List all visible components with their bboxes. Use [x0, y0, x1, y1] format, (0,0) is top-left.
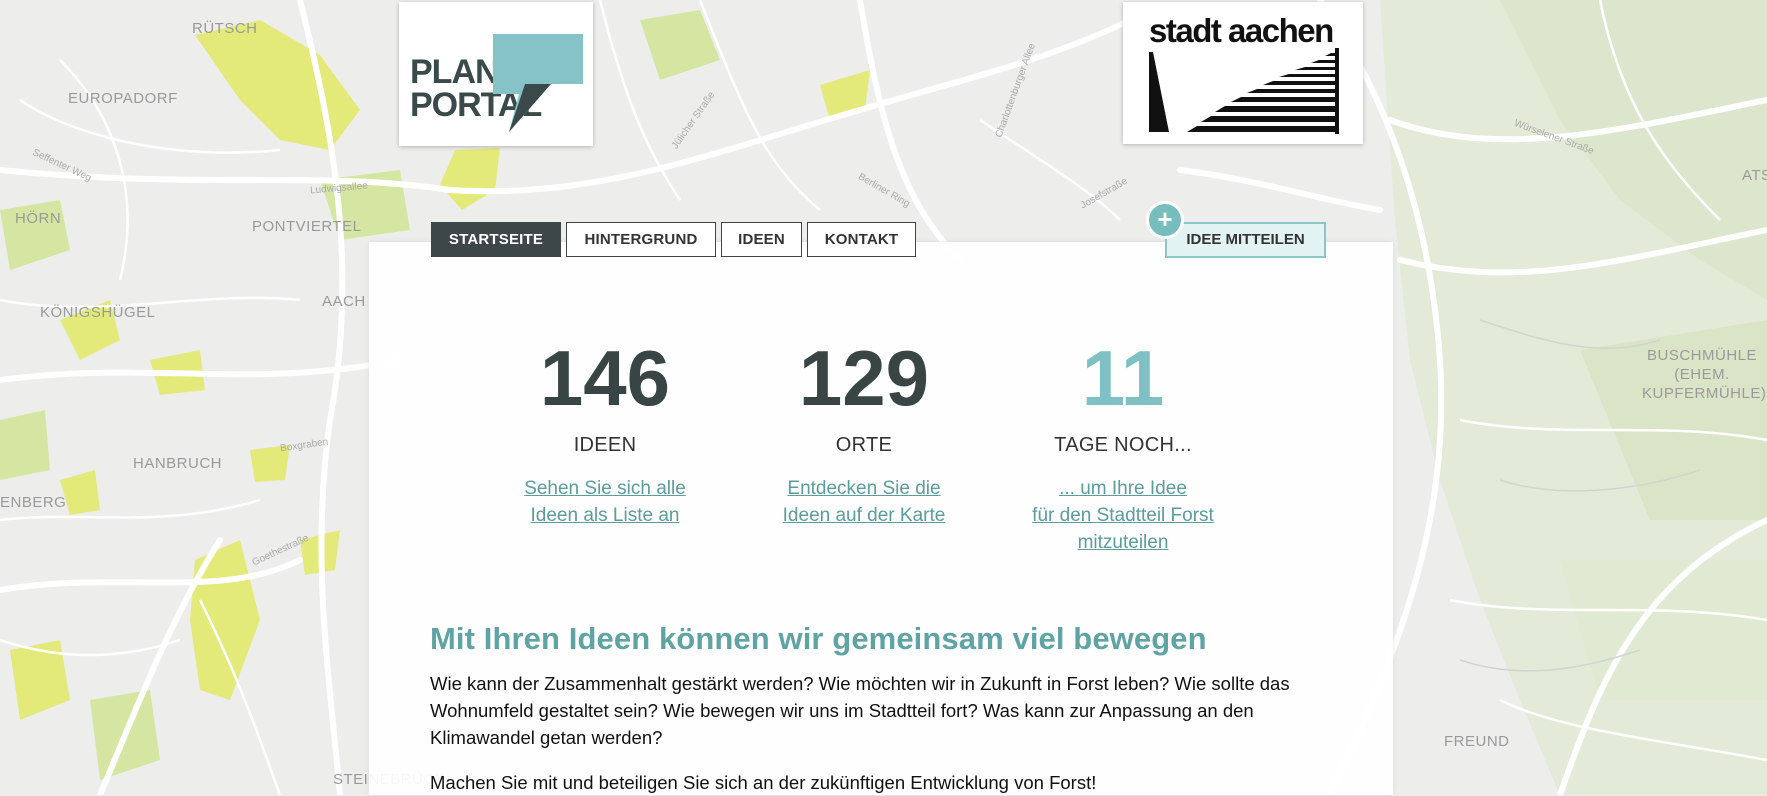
- planportal-logo-line1: PLAN: [410, 53, 500, 91]
- map-label: ATS: [1742, 167, 1767, 184]
- ideen-map-link-line2: Ideen auf der Karte: [782, 505, 946, 526]
- nav-kontakt[interactable]: KONTAKT: [807, 222, 916, 257]
- ideen-list-link[interactable]: Sehen Sie sich alle Ideen als Liste an: [495, 475, 715, 529]
- map-label: ENBERG: [0, 494, 67, 511]
- stat-ideen: 146 IDEEN Sehen Sie sich alle Ideen als …: [495, 330, 715, 529]
- call-to-action-paragraph: Machen Sie mit und beteiligen Sie sich a…: [430, 772, 1097, 793]
- stat-orte-label: ORTE: [835, 434, 893, 456]
- nav-startseite[interactable]: STARTSEITE: [431, 222, 561, 257]
- speech-bubble-icon: [493, 34, 583, 132]
- stat-tage-number: 11: [1081, 334, 1165, 422]
- stadt-aachen-emblem: [1149, 48, 1339, 134]
- stat-orte: 129 ORTE Entdecken Sie die Ideen auf der…: [754, 330, 974, 529]
- map-label: KÖNIGSHÜGEL: [40, 304, 156, 321]
- intro-paragraph: Wie kann der Zusammenhalt gestärkt werde…: [430, 673, 1290, 748]
- stadt-aachen-wordmark: stadt aachen: [1149, 12, 1334, 49]
- ideen-map-link[interactable]: Entdecken Sie die Ideen auf der Karte: [754, 475, 974, 529]
- planportal-logo[interactable]: PLAN PORTAL: [399, 2, 593, 146]
- page-headline: Mit Ihren Ideen können wir gemeinsam vie…: [430, 621, 1207, 656]
- stat-orte-number: 129: [798, 334, 930, 422]
- ideen-map-link-line1: Entdecken Sie die: [787, 478, 941, 499]
- idee-mitteilen-button[interactable]: IDEE MITTEILEN: [1165, 222, 1326, 258]
- map-label: FREUND: [1444, 733, 1510, 750]
- idee-mitteilen-link[interactable]: ... um Ihre Idee für den Stadtteil Forst…: [1013, 475, 1233, 556]
- ideen-list-link-line2: Ideen als Liste an: [530, 505, 680, 526]
- stat-tage-label: TAGE NOCH...: [1054, 434, 1192, 456]
- idee-mitteilen-link-line1: ... um Ihre Idee: [1059, 478, 1187, 499]
- map-label: PONTVIERTEL: [252, 218, 362, 235]
- nav-hintergrund[interactable]: HINTERGRUND: [566, 222, 716, 257]
- stat-ideen-label: IDEEN: [573, 434, 637, 456]
- stat-tage: 11 TAGE NOCH... ... um Ihre Idee für den…: [1013, 330, 1233, 556]
- stat-ideen-number: 146: [539, 334, 671, 422]
- map-label: AACH: [322, 293, 366, 310]
- idee-mitteilen-link-line2: für den Stadtteil Forst: [1032, 505, 1214, 526]
- map-label: RÜTSCH: [192, 20, 258, 37]
- map-label: BUSCHMÜHLE (EHEM. KUPFERMÜHLE): [1642, 347, 1767, 402]
- idee-mitteilen-link-line3: mitzuteilen: [1077, 532, 1169, 553]
- stadt-aachen-logo[interactable]: stadt aachen: [1123, 2, 1363, 144]
- ideen-list-link-line1: Sehen Sie sich alle: [524, 478, 686, 499]
- plus-icon[interactable]: +: [1146, 201, 1184, 239]
- map-label: HANBRUCH: [133, 455, 223, 472]
- map-label: HÖRN: [15, 210, 62, 227]
- nav-ideen[interactable]: IDEEN: [721, 222, 802, 257]
- map-label: EUROPADORF: [68, 90, 178, 107]
